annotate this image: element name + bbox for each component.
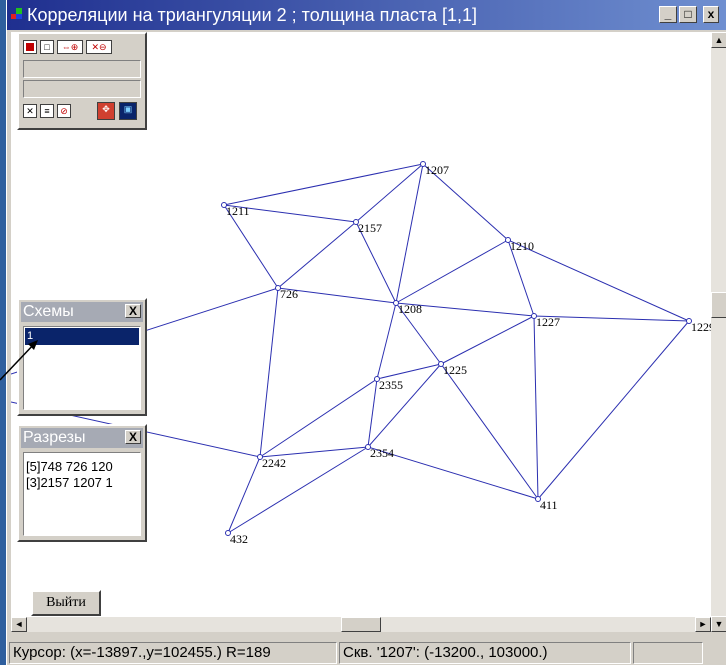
triangulation-edge — [395, 163, 424, 304]
triangulation-edge — [533, 315, 539, 500]
maximize-button[interactable]: □ — [679, 6, 697, 23]
triangulation-edge — [259, 378, 378, 458]
exit-button[interactable]: Выйти — [31, 590, 101, 616]
vertical-scrollbar[interactable]: ▲ ▼ — [711, 32, 726, 632]
well-label: 1207 — [425, 163, 449, 177]
title-bar[interactable]: Корреляции на триангуляции 2 ; толщина п… — [7, 0, 726, 30]
well-label: 1208 — [398, 302, 422, 316]
status-cursor: Курсор: (x=-13897.,y=102455.) R=189 — [9, 642, 337, 664]
triangulation-edge — [367, 363, 442, 448]
triangulation-edge — [440, 315, 535, 365]
horizontal-scroll-thumb[interactable] — [341, 617, 381, 632]
triangulation-edge — [277, 221, 357, 289]
window-title: Корреляции на триангуляции 2 ; толщина п… — [27, 5, 477, 25]
status-bar: Курсор: (x=-13897.,y=102455.) R=189 Скв.… — [7, 633, 726, 665]
triangulation-edge — [376, 363, 442, 380]
scroll-left-arrow-icon[interactable]: ◄ — [11, 617, 27, 632]
scroll-up-arrow-icon[interactable]: ▲ — [711, 32, 726, 48]
triangulation-edge — [259, 287, 279, 458]
vertical-scroll-thumb[interactable] — [711, 292, 726, 318]
well-label: 2355 — [379, 378, 403, 392]
well-label: 411 — [540, 498, 558, 512]
main-window: Корреляции на триангуляции 2 ; толщина п… — [6, 0, 726, 665]
well-label: 726 — [280, 287, 298, 301]
triangulation-edge — [227, 446, 369, 534]
scroll-right-arrow-icon[interactable]: ► — [695, 617, 711, 632]
sections-panel: Разрезы X [5]748 726 120 [3]2157 1207 1 — [17, 424, 147, 542]
horizontal-scrollbar[interactable]: ◄ ► — [11, 617, 711, 632]
sections-close-icon[interactable]: X — [125, 430, 141, 444]
triangulation-edge — [507, 239, 690, 322]
well-label: 2354 — [370, 446, 394, 460]
triangulation-edge — [367, 378, 378, 448]
fit-icon[interactable]: ✥ — [97, 102, 115, 120]
triangulation-edge — [537, 320, 690, 500]
close-button[interactable]: x — [703, 6, 719, 23]
triangulation-edge — [376, 302, 397, 380]
well-label: 432 — [230, 532, 248, 546]
status-empty — [633, 642, 703, 664]
well-label: 1225 — [443, 363, 467, 377]
triangulation-edge — [395, 239, 509, 304]
well-label: 2242 — [262, 456, 286, 470]
schemes-close-icon[interactable]: X — [125, 304, 141, 318]
minimize-button[interactable]: _ — [659, 6, 677, 23]
triangulation-edge — [227, 456, 261, 534]
triangulation-edge — [223, 163, 424, 206]
sections-list-item[interactable]: [5]748 726 120 — [24, 459, 140, 475]
well-label: 1211 — [226, 204, 250, 218]
well-label: 2157 — [358, 221, 382, 235]
status-well: Скв. '1207': (-13200., 103000.) — [339, 642, 631, 664]
scroll-down-arrow-icon[interactable]: ▼ — [711, 616, 726, 632]
well-label: 1227 — [536, 315, 560, 329]
sections-list-item[interactable]: [3]2157 1207 1 — [24, 475, 140, 491]
well-label: 1229 — [691, 320, 711, 334]
pan-zoom-icon[interactable]: ⇔⊕ — [57, 40, 83, 54]
pointer-arrow — [0, 340, 38, 381]
sections-list[interactable]: [5]748 726 120 [3]2157 1207 1 — [23, 452, 141, 536]
well-label: 1210 — [510, 239, 534, 253]
triangulation-edge — [440, 363, 539, 500]
zoom-out-icon[interactable]: ✕⊖ — [86, 40, 112, 54]
layers-icon[interactable]: ▣ — [119, 102, 137, 120]
